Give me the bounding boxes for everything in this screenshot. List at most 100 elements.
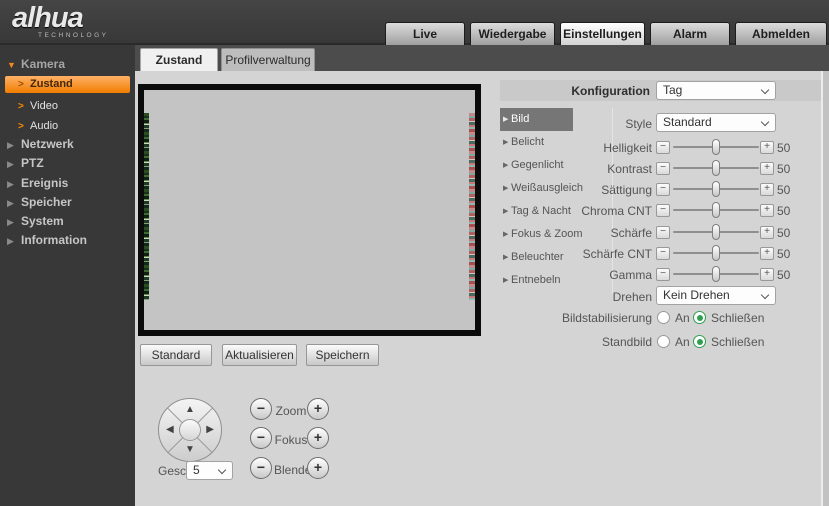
slider-thumb[interactable] bbox=[712, 202, 720, 218]
zoom-label: Zoom bbox=[274, 404, 308, 418]
expand-arrow-icon: ▶ bbox=[7, 136, 21, 155]
minus-button[interactable]: − bbox=[656, 247, 670, 260]
logo-brand-text: alhua bbox=[12, 2, 83, 34]
zoom-minus-button[interactable]: − bbox=[250, 398, 272, 420]
slider-track[interactable] bbox=[673, 247, 759, 260]
slider-track[interactable] bbox=[673, 226, 759, 239]
top-nav: Live Wiedergabe Einstellungen Alarm Abme… bbox=[380, 22, 827, 45]
arrow-right-icon[interactable]: ▶ bbox=[206, 425, 214, 435]
logo-sub-text: TECHNOLOGY bbox=[38, 32, 109, 39]
slider-label: Helligkeit bbox=[500, 141, 652, 155]
aktualisieren-button[interactable]: Aktualisieren bbox=[222, 344, 297, 366]
slider-value: 50 bbox=[777, 204, 790, 218]
tab-zustand[interactable]: Zustand bbox=[140, 48, 218, 71]
blende-minus-button[interactable]: − bbox=[250, 457, 272, 479]
slider-thumb[interactable] bbox=[712, 160, 720, 176]
nav-live[interactable]: Live bbox=[385, 22, 465, 45]
bildstabilisierung-schliessen-radio[interactable] bbox=[693, 311, 706, 324]
speichern-button[interactable]: Speichern bbox=[306, 344, 379, 366]
fokus-plus-button[interactable]: + bbox=[307, 427, 329, 449]
tab-strip: Zustand Profilverwaltung bbox=[135, 45, 829, 71]
bildstabilisierung-an-radio[interactable] bbox=[657, 311, 670, 324]
zoom-plus-button[interactable]: + bbox=[307, 398, 329, 420]
tab-profilverwaltung[interactable]: Profilverwaltung bbox=[221, 48, 315, 71]
sidebar-item-netzwerk[interactable]: ▶Netzwerk bbox=[0, 135, 135, 154]
standbild-an-radio[interactable] bbox=[657, 335, 670, 348]
plus-button[interactable]: + bbox=[760, 183, 774, 196]
slider-label: Gamma bbox=[500, 268, 652, 282]
sidebar-item-information[interactable]: ▶Information bbox=[0, 231, 135, 250]
nav-alarm[interactable]: Alarm bbox=[650, 22, 730, 45]
plus-button[interactable]: + bbox=[760, 141, 774, 154]
slider-thumb[interactable] bbox=[712, 266, 720, 282]
plus-button[interactable]: + bbox=[760, 268, 774, 281]
ptz-pad[interactable]: ▲ ▼ ◀ ▶ bbox=[158, 398, 222, 462]
speed-select[interactable]: 5 bbox=[186, 461, 233, 480]
style-select[interactable]: Standard bbox=[656, 113, 776, 132]
slider-value: 50 bbox=[777, 141, 790, 155]
standbild-schliessen-radio[interactable] bbox=[693, 335, 706, 348]
slider-track[interactable] bbox=[673, 204, 759, 217]
dahua-settings-page: alhua TECHNOLOGY Live Wiedergabe Einstel… bbox=[0, 0, 829, 506]
expand-arrow-icon: ▶ bbox=[7, 213, 21, 232]
nav-wiedergabe[interactable]: Wiedergabe bbox=[470, 22, 555, 45]
ptz-center-button[interactable] bbox=[179, 419, 201, 441]
arrow-left-icon[interactable]: ◀ bbox=[166, 425, 174, 435]
slider-value: 50 bbox=[777, 247, 790, 261]
sidebar-item-ptz[interactable]: ▶PTZ bbox=[0, 154, 135, 173]
sidebar-item-audio[interactable]: >Audio bbox=[0, 117, 135, 136]
sidebar-item-kamera[interactable]: ▼Kamera bbox=[0, 55, 135, 74]
chevron-down-icon bbox=[218, 466, 226, 474]
plus-button[interactable]: + bbox=[760, 162, 774, 175]
arrow-up-icon[interactable]: ▲ bbox=[185, 405, 195, 415]
minus-button[interactable]: − bbox=[656, 162, 670, 175]
slider-thumb[interactable] bbox=[712, 245, 720, 261]
sidebar-item-system[interactable]: ▶System bbox=[0, 212, 135, 231]
slider-value: 50 bbox=[777, 183, 790, 197]
video-edge-left bbox=[144, 113, 149, 300]
radio-option-label: An bbox=[675, 311, 690, 325]
nav-abmelden[interactable]: Abmelden bbox=[735, 22, 827, 45]
sidebar-item-zustand[interactable]: >Zustand bbox=[0, 75, 135, 94]
header: alhua TECHNOLOGY Live Wiedergabe Einstel… bbox=[0, 0, 829, 45]
nav-einstellungen[interactable]: Einstellungen bbox=[560, 22, 645, 45]
sidebar-item-speicher[interactable]: ▶Speicher bbox=[0, 193, 135, 212]
blende-label: Blende bbox=[274, 463, 308, 477]
slider-label: Sättigung bbox=[500, 183, 652, 197]
blende-plus-button[interactable]: + bbox=[307, 457, 329, 479]
slider-label: Schärfe CNT bbox=[500, 247, 652, 261]
slider-track[interactable] bbox=[673, 183, 759, 196]
minus-button[interactable]: − bbox=[656, 204, 670, 217]
arrow-down-icon[interactable]: ▼ bbox=[185, 445, 195, 455]
expand-arrow-icon: ▶ bbox=[7, 155, 21, 174]
minus-button[interactable]: − bbox=[656, 183, 670, 196]
slider-thumb[interactable] bbox=[712, 224, 720, 240]
minus-button[interactable]: − bbox=[656, 226, 670, 239]
minus-button[interactable]: − bbox=[656, 268, 670, 281]
plus-button[interactable]: + bbox=[760, 226, 774, 239]
sub-arrow-icon: > bbox=[18, 97, 30, 116]
standard-button[interactable]: Standard bbox=[140, 344, 212, 366]
slider-label: Chroma CNT bbox=[500, 204, 652, 218]
slider-track[interactable] bbox=[673, 268, 759, 281]
slider-thumb[interactable] bbox=[712, 139, 720, 155]
drehen-select[interactable]: Kein Drehen bbox=[656, 286, 776, 305]
slider-value: 50 bbox=[777, 162, 790, 176]
konfiguration-select[interactable]: Tag bbox=[656, 81, 776, 100]
dahua-logo: alhua TECHNOLOGY bbox=[12, 2, 109, 39]
expand-arrow-icon: ▶ bbox=[7, 175, 21, 194]
fokus-label: Fokus bbox=[274, 433, 308, 447]
slider-track[interactable] bbox=[673, 162, 759, 175]
settings-menu: ▶Bild ▶Belicht ▶Gegenlicht ▶Weißausgleic… bbox=[500, 108, 613, 294]
sidebar-item-ereignis[interactable]: ▶Ereignis bbox=[0, 174, 135, 193]
slider-track[interactable] bbox=[673, 141, 759, 154]
sidebar-item-video[interactable]: >Video bbox=[0, 97, 135, 116]
plus-button[interactable]: + bbox=[760, 247, 774, 260]
chevron-down-icon bbox=[761, 86, 769, 94]
slider-thumb[interactable] bbox=[712, 181, 720, 197]
fokus-minus-button[interactable]: − bbox=[250, 427, 272, 449]
minus-button[interactable]: − bbox=[656, 141, 670, 154]
video-preview[interactable] bbox=[138, 84, 481, 336]
drehen-label: Drehen bbox=[500, 290, 652, 304]
plus-button[interactable]: + bbox=[760, 204, 774, 217]
